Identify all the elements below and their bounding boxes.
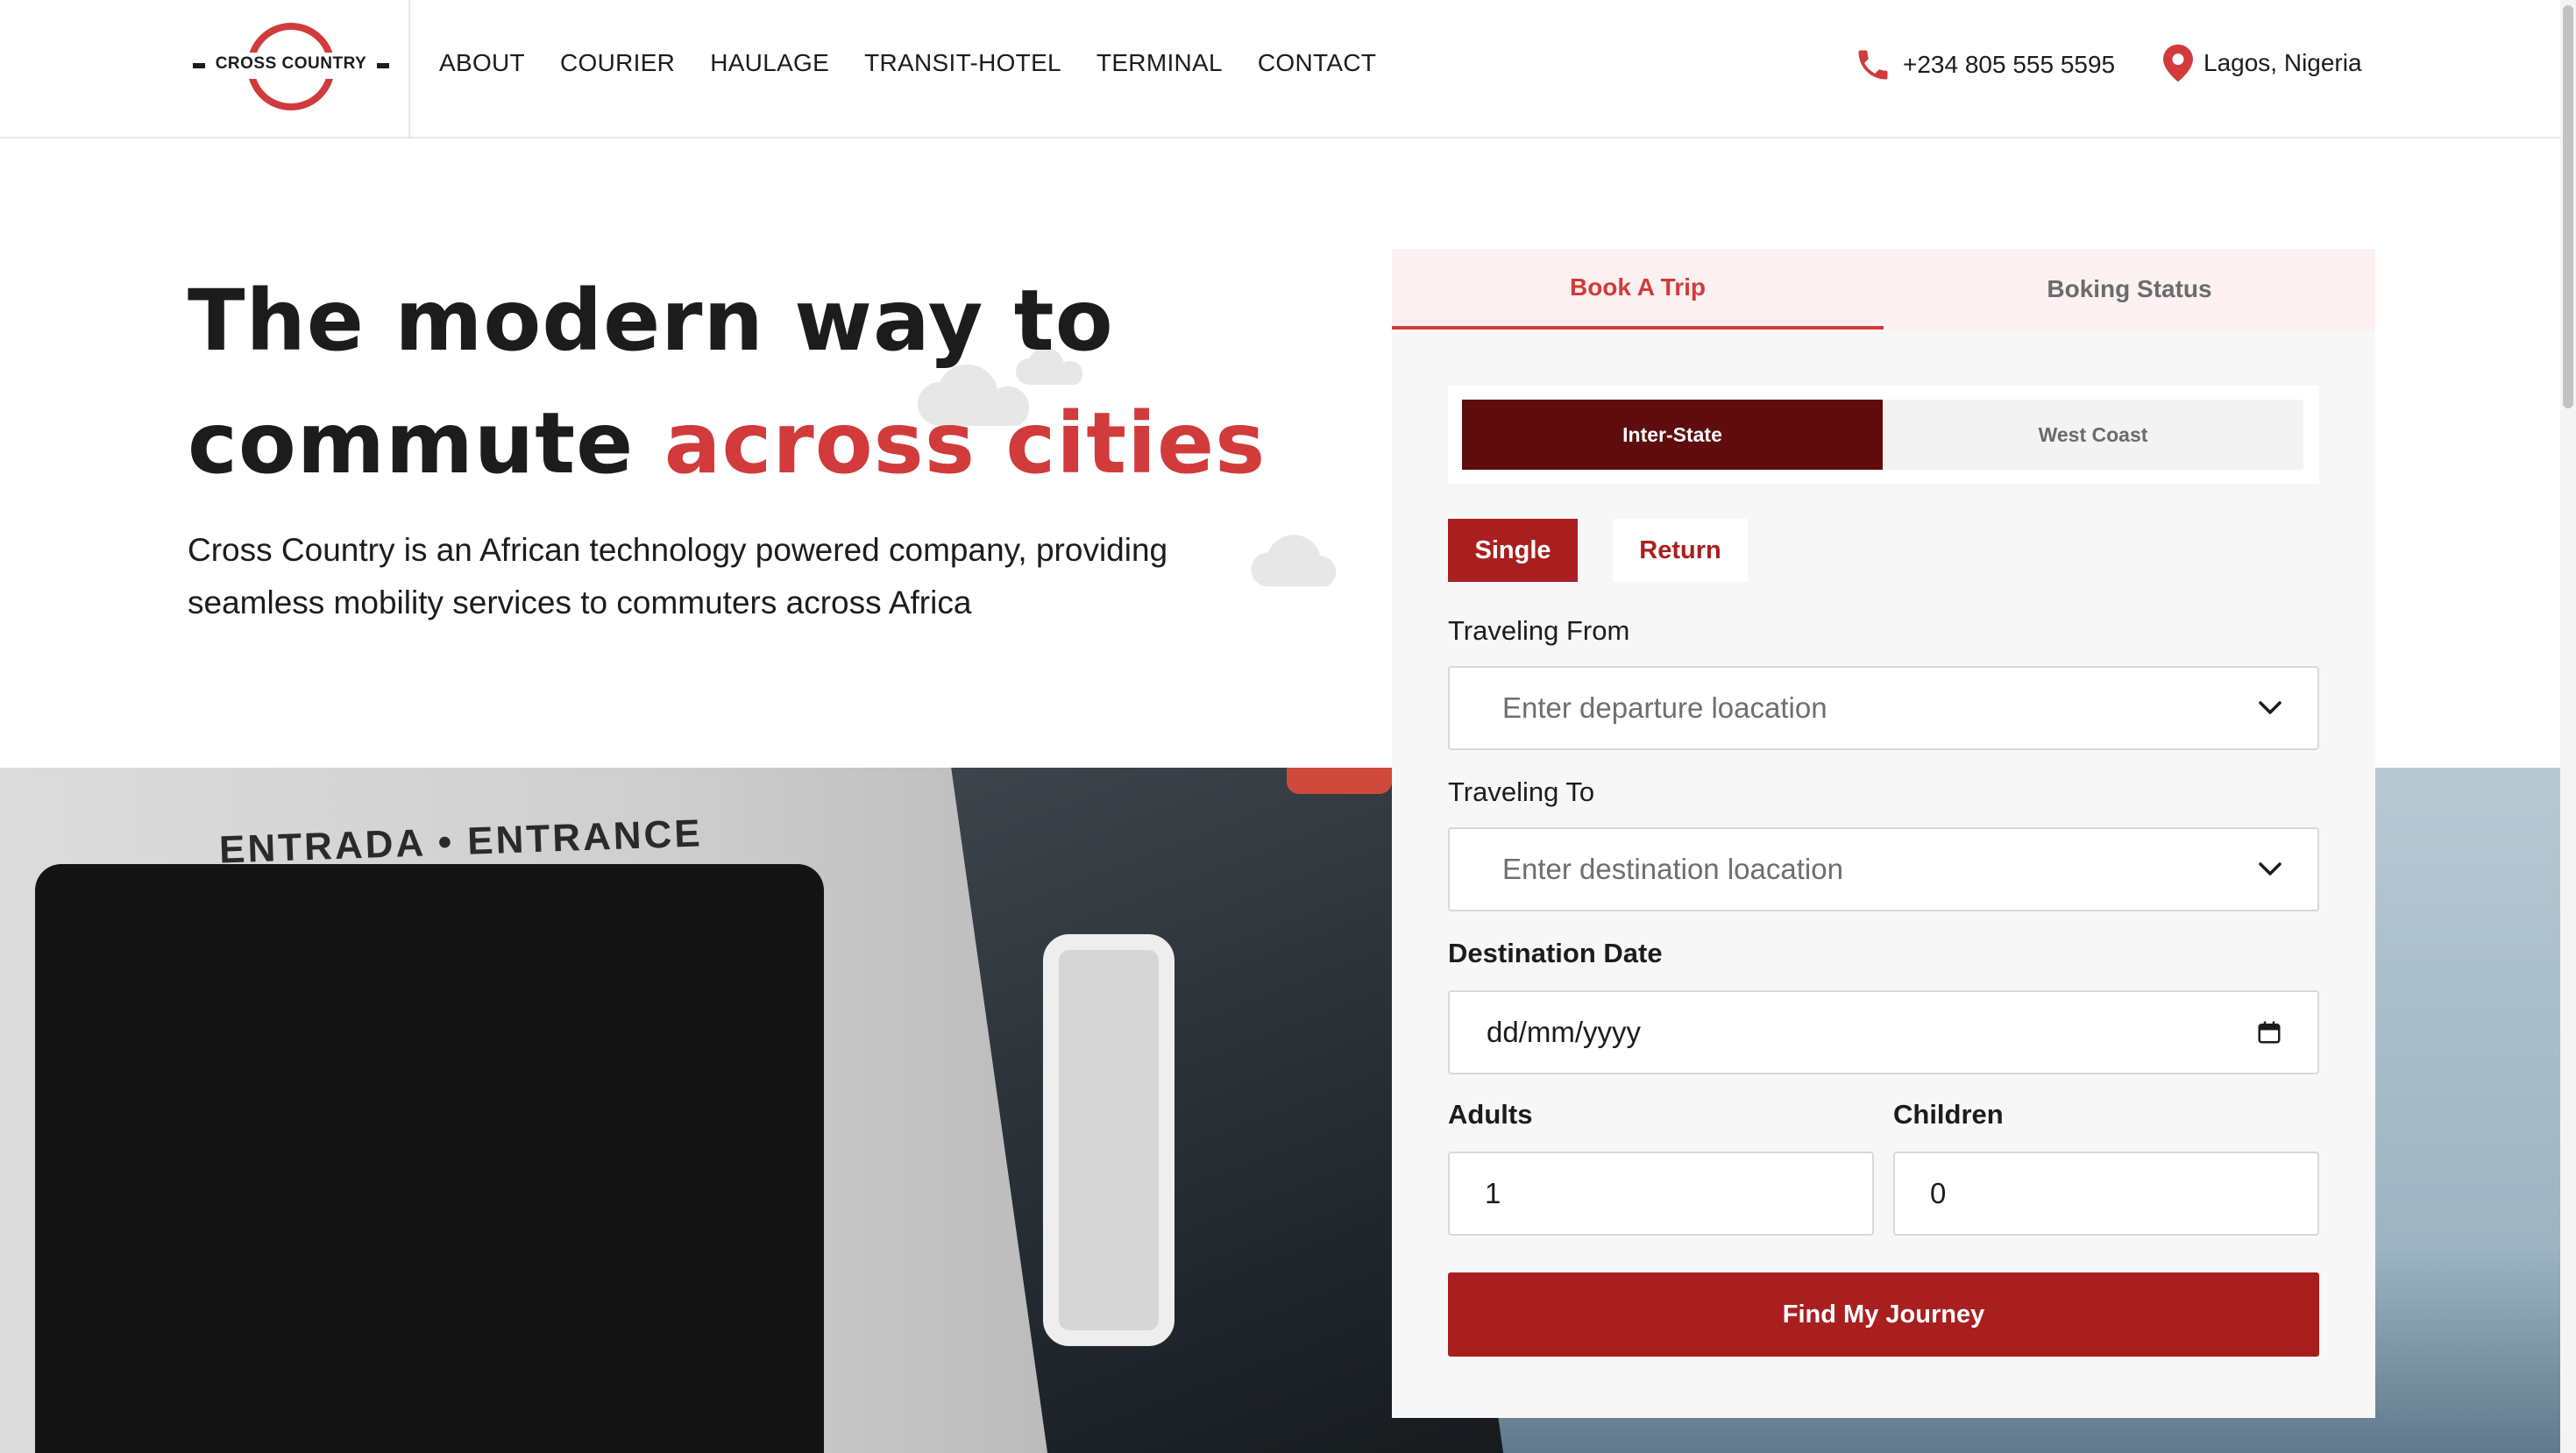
find-my-journey-button[interactable]: Find My Journey [1448,1272,2319,1357]
header-divider [408,0,410,138]
scrollbar-track[interactable] [2560,0,2576,1453]
map-pin-icon [2163,44,2193,82]
route-inter-state-button[interactable]: Inter-State [1462,400,1883,470]
logo[interactable]: CROSS COUNTRY [191,21,391,112]
children-label: Children [1893,1099,2004,1130]
page: CROSS COUNTRY ABOUT COURIER HAULAGE TRAN… [0,0,2576,1453]
photo-mirror [1043,934,1174,1346]
hero-title-line1: The modern way to [188,272,1114,370]
traveling-from-label: Traveling From [1448,615,1630,646]
location-text: Lagos, Nigeria [2203,49,2362,76]
trip-return-button[interactable]: Return [1613,519,1748,582]
hero-description: Cross Country is an African technology p… [188,532,1168,620]
header-phone[interactable]: +234 805 555 5595 [1854,44,2115,86]
hero-title-accent: across cities [664,394,1267,493]
departure-placeholder: Enter departure loacation [1502,691,1827,724]
header-location: Lagos, Nigeria [2163,44,2362,82]
adults-value: 1 [1485,1177,1501,1209]
destination-placeholder: Enter destination loacation [1502,853,1843,885]
tab-booking-status[interactable]: Boking Status [1884,249,2375,330]
chevron-down-icon [2259,862,2281,875]
hero-title-line2: commute [188,394,664,493]
nav-item-transit-hotel[interactable]: TRANSIT-HOTEL [864,49,1061,77]
children-input[interactable]: 0 [1893,1152,2319,1236]
nav-item-haulage[interactable]: HAULAGE [710,49,829,77]
nav-item-contact[interactable]: CONTACT [1258,49,1376,77]
booking-tabs: Book A Trip Boking Status [1392,249,2375,330]
photo-bus-door [35,864,824,1453]
adults-input[interactable]: 1 [1448,1152,1874,1236]
main-nav: ABOUT COURIER HAULAGE TRANSIT-HOTEL TERM… [439,49,1376,77]
date-value: dd/mm/yyyy [1487,1016,1642,1048]
adults-label: Adults [1448,1099,1533,1130]
booking-card: Book A Trip Boking Status Inter-State We… [1392,249,2375,1418]
traveling-to-label: Traveling To [1448,776,1595,807]
logo-text: CROSS COUNTRY [215,54,367,73]
nav-item-about[interactable]: ABOUT [439,49,525,77]
trip-single-button[interactable]: Single [1448,519,1578,582]
phone-icon [1858,50,1888,80]
hero-title: The modern way to commute across cities [188,259,1327,505]
nav-item-courier[interactable]: COURIER [560,49,675,77]
chevron-down-icon [2259,701,2281,714]
scrollbar-thumb[interactable] [2563,5,2573,408]
phone-number: +234 805 555 5595 [1903,51,2116,78]
tab-book-a-trip[interactable]: Book A Trip [1392,249,1884,330]
calendar-icon[interactable] [2256,1019,2282,1045]
cloud-icon [1251,535,1337,587]
children-value: 0 [1930,1177,1947,1209]
destination-select[interactable]: Enter destination loacation [1448,827,2319,911]
route-type-switch: Inter-State West Coast [1448,386,2319,484]
destination-date-input[interactable]: dd/mm/yyyy [1448,990,2319,1074]
departure-select[interactable]: Enter departure loacation [1448,666,2319,750]
nav-item-terminal[interactable]: TERMINAL [1096,49,1223,77]
destination-date-label: Destination Date [1448,938,1663,968]
route-west-coast-button[interactable]: West Coast [1883,400,2303,470]
photo-red-light [1287,768,1392,794]
site-header: CROSS COUNTRY ABOUT COURIER HAULAGE TRAN… [0,0,2560,138]
